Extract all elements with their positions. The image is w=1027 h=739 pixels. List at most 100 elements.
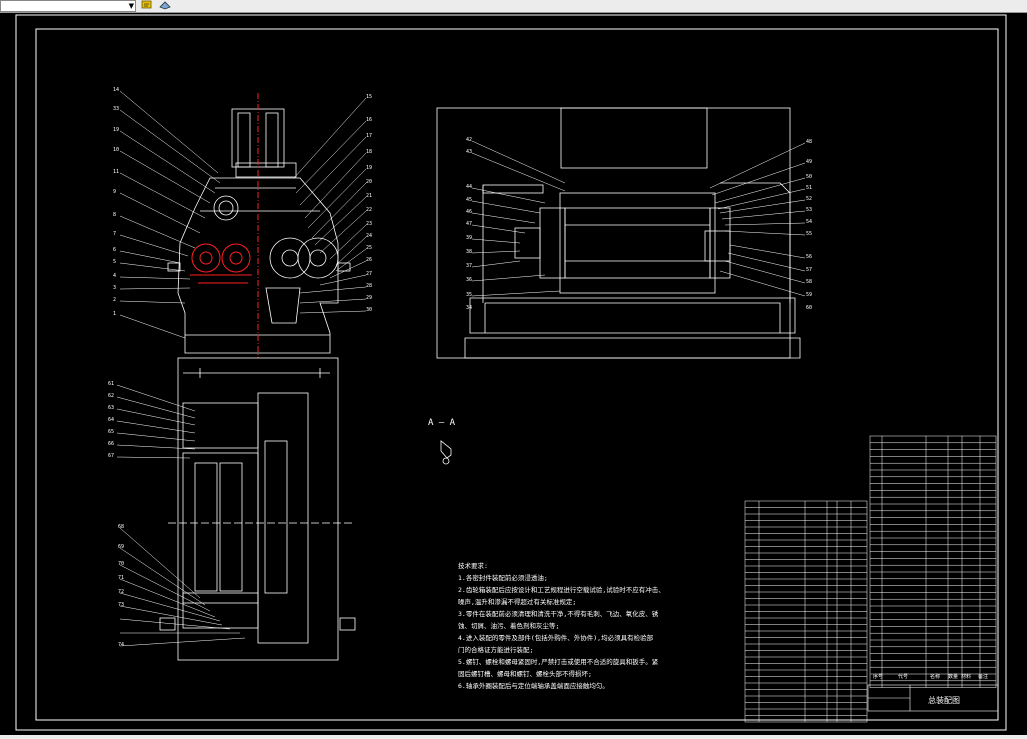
callout-65: 65 — [108, 429, 114, 435]
callout-58: 58 — [806, 279, 812, 285]
status-bar — [0, 735, 1027, 739]
callout-10: 10 — [113, 147, 119, 153]
note-line-8: 5.螺钉、螺栓和螺母紧固时,严禁打击或使用不合适的旋具和扳手。紧 — [458, 657, 659, 666]
callout-1: 1 — [113, 311, 116, 317]
callout-11: 11 — [113, 169, 119, 175]
drawing-canvas[interactable]: 14 33 19 10 11 9 8 7 6 5 4 3 2 1 15 16 1… — [0, 13, 1027, 735]
front-view-leaders-right — [293, 97, 367, 314]
callout-69: 69 — [118, 544, 124, 550]
callout-35: 35 — [466, 292, 472, 298]
callout-9: 9 — [113, 189, 116, 195]
callout-66: 66 — [108, 441, 114, 447]
callout-4: 4 — [113, 273, 116, 279]
parts-list-left — [744, 500, 868, 723]
callout-50: 50 — [806, 174, 812, 180]
parts-list-right — [869, 435, 997, 688]
callout-19: 19 — [113, 127, 119, 133]
note-line-7: 门的合格证方能进行装配; — [458, 645, 533, 654]
callout-5: 5 — [113, 259, 116, 265]
callout-56: 56 — [806, 254, 812, 260]
callout-38: 38 — [466, 249, 472, 255]
callout-55: 55 — [806, 231, 812, 237]
note-line-3: 噪声,温升和渗漏不得超过有关标准规定; — [458, 597, 576, 606]
callout-30: 30 — [366, 307, 372, 313]
section-a-a-label: A — A — [428, 418, 456, 428]
callout-57: 57 — [806, 267, 812, 273]
callout-23: 23 — [366, 221, 372, 227]
callout-27: 27 — [366, 271, 372, 277]
callout-24: 24 — [366, 233, 372, 239]
front-view — [167, 108, 351, 354]
callout-21: 21 — [366, 193, 372, 199]
top-view-callout-numbers: 61 62 63 64 65 66 67 68 69 70 71 72 73 7… — [108, 381, 124, 648]
callout-8: 8 — [113, 212, 116, 218]
section-a-a-detail — [440, 440, 452, 465]
layer-combo-box[interactable]: ▼ — [0, 0, 136, 12]
callout-36: 36 — [466, 277, 472, 283]
callout-74: 74 — [118, 642, 124, 648]
callout-37: 37 — [466, 263, 472, 269]
callout-59: 59 — [806, 292, 812, 298]
top-view-leaders — [116, 384, 246, 647]
callout-22: 22 — [366, 207, 372, 213]
note-line-2: 2.齿轮箱装配后应按设计和工艺规程进行空载试验,试验时不应有冲击、 — [458, 585, 665, 594]
callout-62: 62 — [108, 393, 114, 399]
callout-60: 60 — [806, 305, 812, 311]
note-line-9: 固后螺钉槽、螺母和螺钉、螺栓头部不得损坏; — [458, 669, 592, 678]
parts-table-frame — [869, 435, 997, 688]
callout-6: 6 — [113, 247, 116, 253]
note-line-1: 1.各密封件装配前必须浸透油; — [458, 573, 548, 582]
note-line-10: 6.轴承外圈装配后与定位端轴承盖端面应接触均匀。 — [458, 681, 609, 690]
callout-29: 29 — [366, 295, 372, 301]
callout-17: 17 — [366, 133, 372, 139]
callout-34: 34 — [466, 305, 472, 311]
callout-20: 20 — [366, 179, 372, 185]
callout-52: 52 — [806, 196, 812, 202]
header-seq: 序号 — [873, 673, 883, 680]
side-section-view — [436, 107, 801, 359]
callout-48: 48 — [806, 139, 812, 145]
front-view-red-parts — [190, 93, 259, 358]
title-block-name: 总装配图 — [928, 695, 960, 705]
callout-63: 63 — [108, 405, 114, 411]
notes-title: 技术要求: — [458, 561, 488, 570]
header-material: 材料 — [961, 673, 971, 680]
callout-15: 15 — [366, 94, 372, 100]
callout-28: 28 — [366, 283, 372, 289]
callout-67: 67 — [108, 453, 114, 459]
header-code: 代号 — [898, 673, 908, 680]
callout-14: 14 — [113, 87, 119, 93]
callout-72: 72 — [118, 589, 124, 595]
note-line-4: 3.零件在装配前必须清理和清洗干净,不得有毛刺、飞边、氧化皮、锈 — [458, 609, 659, 618]
note-line-5: 蚀、切屑、油污、着色剂和灰尘等; — [458, 621, 559, 630]
callout-46: 46 — [466, 209, 472, 215]
callout-19r: 19 — [366, 165, 372, 171]
callout-25: 25 — [366, 245, 372, 251]
callout-54: 54 — [806, 219, 812, 225]
callout-49: 49 — [806, 159, 812, 165]
callout-45: 45 — [466, 197, 472, 203]
callout-39: 39 — [466, 235, 472, 241]
callout-7: 7 — [113, 231, 116, 237]
note-line-6: 4.进入装配的零件及部件(包括外购件、外协件),均必须具有检验部 — [458, 633, 654, 642]
layer-icon[interactable] — [140, 0, 154, 10]
callout-42: 42 — [466, 137, 472, 143]
callout-3: 3 — [113, 285, 116, 291]
chevron-down-icon[interactable]: ▼ — [129, 2, 134, 10]
callout-51: 51 — [806, 185, 812, 191]
callout-47: 47 — [466, 221, 472, 227]
technical-notes: 技术要求: 1.各密封件装配前必须浸透油; 2.齿轮箱装配后应按设计和工艺规程进… — [458, 561, 665, 690]
callout-53: 53 — [806, 207, 812, 213]
callout-44: 44 — [466, 184, 472, 190]
top-view — [159, 357, 356, 661]
callout-26: 26 — [366, 257, 372, 263]
callout-70: 70 — [118, 561, 124, 567]
header-remark: 备注 — [978, 673, 988, 680]
properties-icon[interactable] — [158, 0, 172, 10]
callout-43: 43 — [466, 149, 472, 155]
side-section-leaders — [471, 140, 806, 297]
callout-73: 73 — [118, 602, 124, 608]
toolbar: ▼ — [0, 0, 1027, 13]
callout-18: 18 — [366, 149, 372, 155]
header-name: 名称 — [930, 673, 940, 680]
